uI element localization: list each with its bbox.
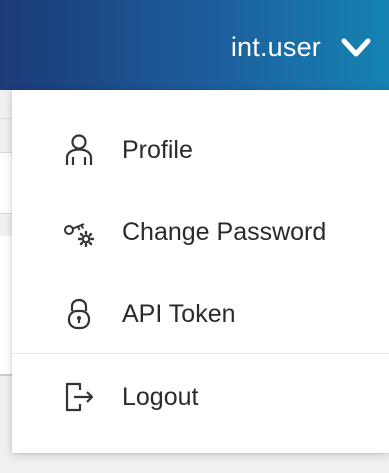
menu-divider	[12, 353, 389, 354]
menu-item-label: Change Password	[122, 217, 327, 246]
page: int.user Profile Change Password API Tok…	[0, 0, 389, 473]
menu-item-profile[interactable]: Profile	[12, 109, 389, 191]
logout-icon	[62, 380, 96, 414]
menu-item-logout[interactable]: Logout	[12, 356, 389, 438]
top-header: int.user	[0, 0, 389, 90]
menu-item-label: Profile	[122, 135, 193, 164]
menu-item-label: Logout	[122, 382, 199, 411]
menu-item-api-token[interactable]: API Token	[12, 273, 389, 355]
menu-item-label: API Token	[122, 299, 236, 328]
lock-icon	[62, 297, 96, 331]
user-dropdown-menu: Profile Change Password API Token Logout	[12, 90, 389, 453]
menu-item-change-password[interactable]: Change Password	[12, 191, 389, 273]
user-menu-toggle[interactable]: int.user	[231, 32, 371, 63]
user-icon	[62, 133, 96, 167]
user-name: int.user	[230, 32, 321, 62]
chevron-down-icon	[341, 38, 371, 56]
key-gear-icon	[62, 215, 96, 249]
